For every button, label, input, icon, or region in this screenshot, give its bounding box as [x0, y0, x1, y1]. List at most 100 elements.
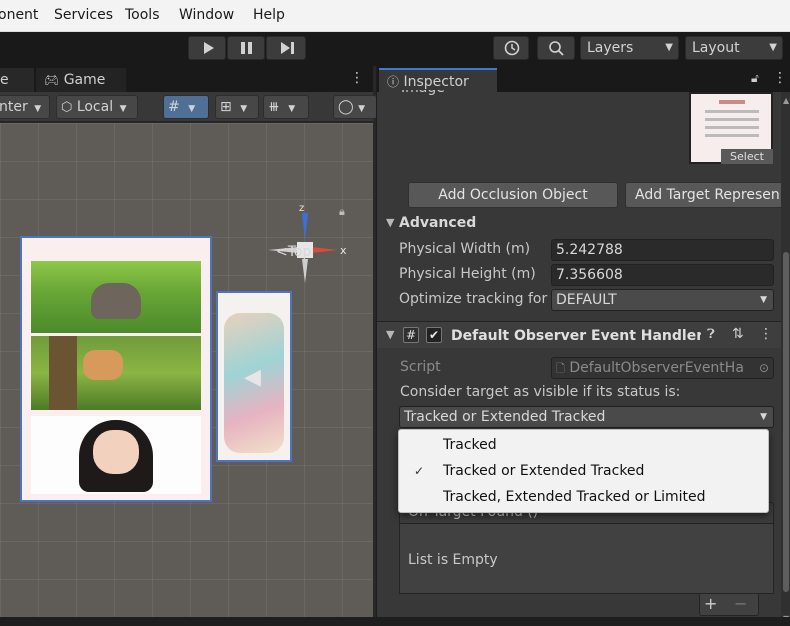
add-target-representation-button[interactable]: Add Target Represen [625, 182, 790, 208]
grid-snap-button[interactable]: # ▼ [163, 95, 209, 119]
advanced-foldout[interactable]: Advanced [399, 215, 476, 231]
tab-game-label: Game [63, 72, 106, 88]
view-label[interactable]: <Top [276, 244, 311, 260]
foldout-arrow-icon[interactable]: ▼ [386, 216, 394, 229]
pause-icon [241, 42, 252, 54]
menu-item-tracked-extended-limited[interactable]: Tracked, Extended Tracked or Limited [399, 484, 768, 510]
event-list: List is Empty [399, 524, 774, 594]
image-target[interactable] [20, 236, 212, 502]
chevron-down-icon: ▼ [188, 104, 196, 114]
chevron-down-icon: ▼ [760, 412, 767, 422]
history-button[interactable] [493, 36, 529, 60]
physical-height-field[interactable]: 7.356608 [551, 264, 774, 286]
add-occlusion-button[interactable]: Add Occlusion Object [408, 182, 618, 208]
menu-item-label: Tracked [443, 437, 497, 453]
scene-panel: e 🎮︎ Game ⋮ nter ▼ ⬡ Local ▼ # ▼ ⊞ ▼ ⧻ ▼ [0, 66, 377, 626]
lock-icon[interactable]: 🔒︎ [339, 205, 345, 219]
chevron-down-icon: ▼ [119, 104, 127, 114]
tab-inspector-label: Inspector [403, 74, 469, 90]
chevron-down-icon: ▼ [769, 42, 777, 53]
draw-mode-button[interactable]: ◯ ▼ [333, 95, 377, 119]
step-button[interactable] [266, 36, 306, 60]
script-file-icon: 🗋︎ [556, 362, 565, 375]
add-icon[interactable]: + [704, 594, 717, 613]
layers-dropdown[interactable]: Layers ▼ [580, 36, 679, 60]
tab-scene-label: e [0, 72, 9, 88]
menu-tools[interactable]: Tools [125, 7, 160, 23]
menu-item-tracked-or-extended[interactable]: ✓ Tracked or Extended Tracked [399, 458, 768, 484]
menu-item-tracked[interactable]: Tracked [399, 432, 768, 458]
physical-width-field[interactable]: 5.242788 [551, 239, 774, 261]
status-dropdown-menu: Tracked ✓ Tracked or Extended Tracked Tr… [398, 429, 769, 513]
scrollbar-thumb[interactable] [783, 252, 789, 592]
scene-viewport[interactable]: z x 🔒︎ <Top ◀ [0, 123, 373, 626]
scene-tab-bar: e 🎮︎ Game ⋮ [0, 66, 373, 92]
menu-services[interactable]: Services [54, 7, 113, 23]
menu-help[interactable]: Help [253, 7, 285, 23]
layers-label: Layers [587, 40, 634, 56]
tab-inspector[interactable]: ⓘ Inspector [379, 68, 497, 92]
main-toolbar: Layers ▼ Layout ▼ [0, 32, 790, 66]
physical-height-label: Physical Height (m) [399, 266, 536, 282]
list-empty-label: List is Empty [408, 552, 498, 568]
ruler-icon: ⧻ [268, 99, 280, 115]
lock-icon[interactable]: 🔓︎ [751, 71, 759, 86]
pause-button[interactable] [227, 36, 265, 60]
help-icon[interactable]: ❓︎ [707, 327, 715, 342]
space-dropdown[interactable]: ⬡ Local ▼ [56, 95, 138, 119]
tab-scene[interactable]: e [0, 68, 34, 92]
scroll-up-icon[interactable]: ▲ [783, 96, 789, 105]
menu-window[interactable]: Window [179, 7, 234, 23]
component-header[interactable]: ▼ # ✔ Default Observer Event Handler (S … [377, 322, 790, 348]
status-dropdown[interactable]: Tracked or Extended Tracked ▼ [399, 406, 774, 428]
inspector-tab-bar: ⓘ Inspector 🔓︎ ⋮ [377, 66, 790, 92]
menu-item-label: Tracked or Extended Tracked [443, 463, 645, 479]
sphere-icon: ◯ [338, 99, 354, 115]
script-field-value: DefaultObserverEventHa [569, 360, 744, 376]
layout-dropdown[interactable]: Layout ▼ [685, 36, 783, 60]
gamepad-icon: 🎮︎ [44, 73, 60, 87]
remove-icon[interactable]: − [734, 594, 747, 613]
tab-game[interactable]: 🎮︎ Game [36, 68, 126, 92]
status-dropdown-value: Tracked or Extended Tracked [404, 409, 606, 425]
status-bar [0, 617, 790, 626]
menu-item-label: Tracked, Extended Tracked or Limited [443, 489, 706, 505]
more-options-icon[interactable]: ⋮ [759, 326, 773, 342]
image-thumbnail[interactable]: Select [689, 92, 773, 164]
chevron-down-icon: ▼ [240, 104, 248, 114]
optimize-tracking-dropdown[interactable]: DEFAULT ▼ [551, 289, 774, 311]
increment-snap-button[interactable]: ⧻ ▼ [263, 95, 309, 119]
view-name: Top [287, 244, 312, 260]
pivot-label: nter [0, 99, 28, 115]
grid-icon: # [168, 99, 180, 115]
layout-label: Layout [692, 40, 740, 56]
play-icon [204, 42, 214, 54]
audio-source-icon: ◀ [244, 365, 261, 390]
event-list-footer: + − [699, 594, 759, 616]
menu-component[interactable]: onent [0, 7, 38, 23]
foldout-arrow-icon[interactable]: ▼ [386, 328, 394, 341]
snap-grid-icon: ⊞ [220, 99, 232, 115]
snap-settings-button[interactable]: ⊞ ▼ [215, 95, 259, 119]
search-icon [549, 41, 564, 56]
presets-icon[interactable]: ⇅ [732, 326, 744, 342]
checkmark-icon: ✓ [414, 464, 425, 478]
gizmo-axis-x-label: x [340, 244, 347, 257]
space-label: Local [76, 99, 114, 115]
second-target[interactable]: ◀ [216, 291, 292, 462]
gizmo-axis-z-label: z [299, 203, 304, 214]
script-label: Script [400, 359, 441, 375]
physical-width-label: Physical Width (m) [399, 241, 531, 257]
inspector-scrollbar[interactable]: ▲ ▼ [781, 92, 790, 626]
pivot-dropdown[interactable]: nter ▼ [0, 95, 50, 119]
more-options-icon[interactable]: ⋮ [773, 70, 787, 86]
avatar-image [31, 416, 201, 494]
play-button[interactable] [188, 36, 226, 60]
select-texture-button[interactable]: Select [721, 149, 773, 164]
enabled-checkbox[interactable]: ✔ [426, 327, 442, 343]
more-options-icon[interactable]: ⋮ [350, 70, 364, 86]
optimize-tracking-value: DEFAULT [556, 292, 617, 308]
menu-bar: onent Services Tools Window Help [0, 0, 790, 32]
scene-toolbar: nter ▼ ⬡ Local ▼ # ▼ ⊞ ▼ ⧻ ▼ ◯ ▼ [0, 92, 377, 122]
search-button[interactable] [537, 36, 575, 60]
